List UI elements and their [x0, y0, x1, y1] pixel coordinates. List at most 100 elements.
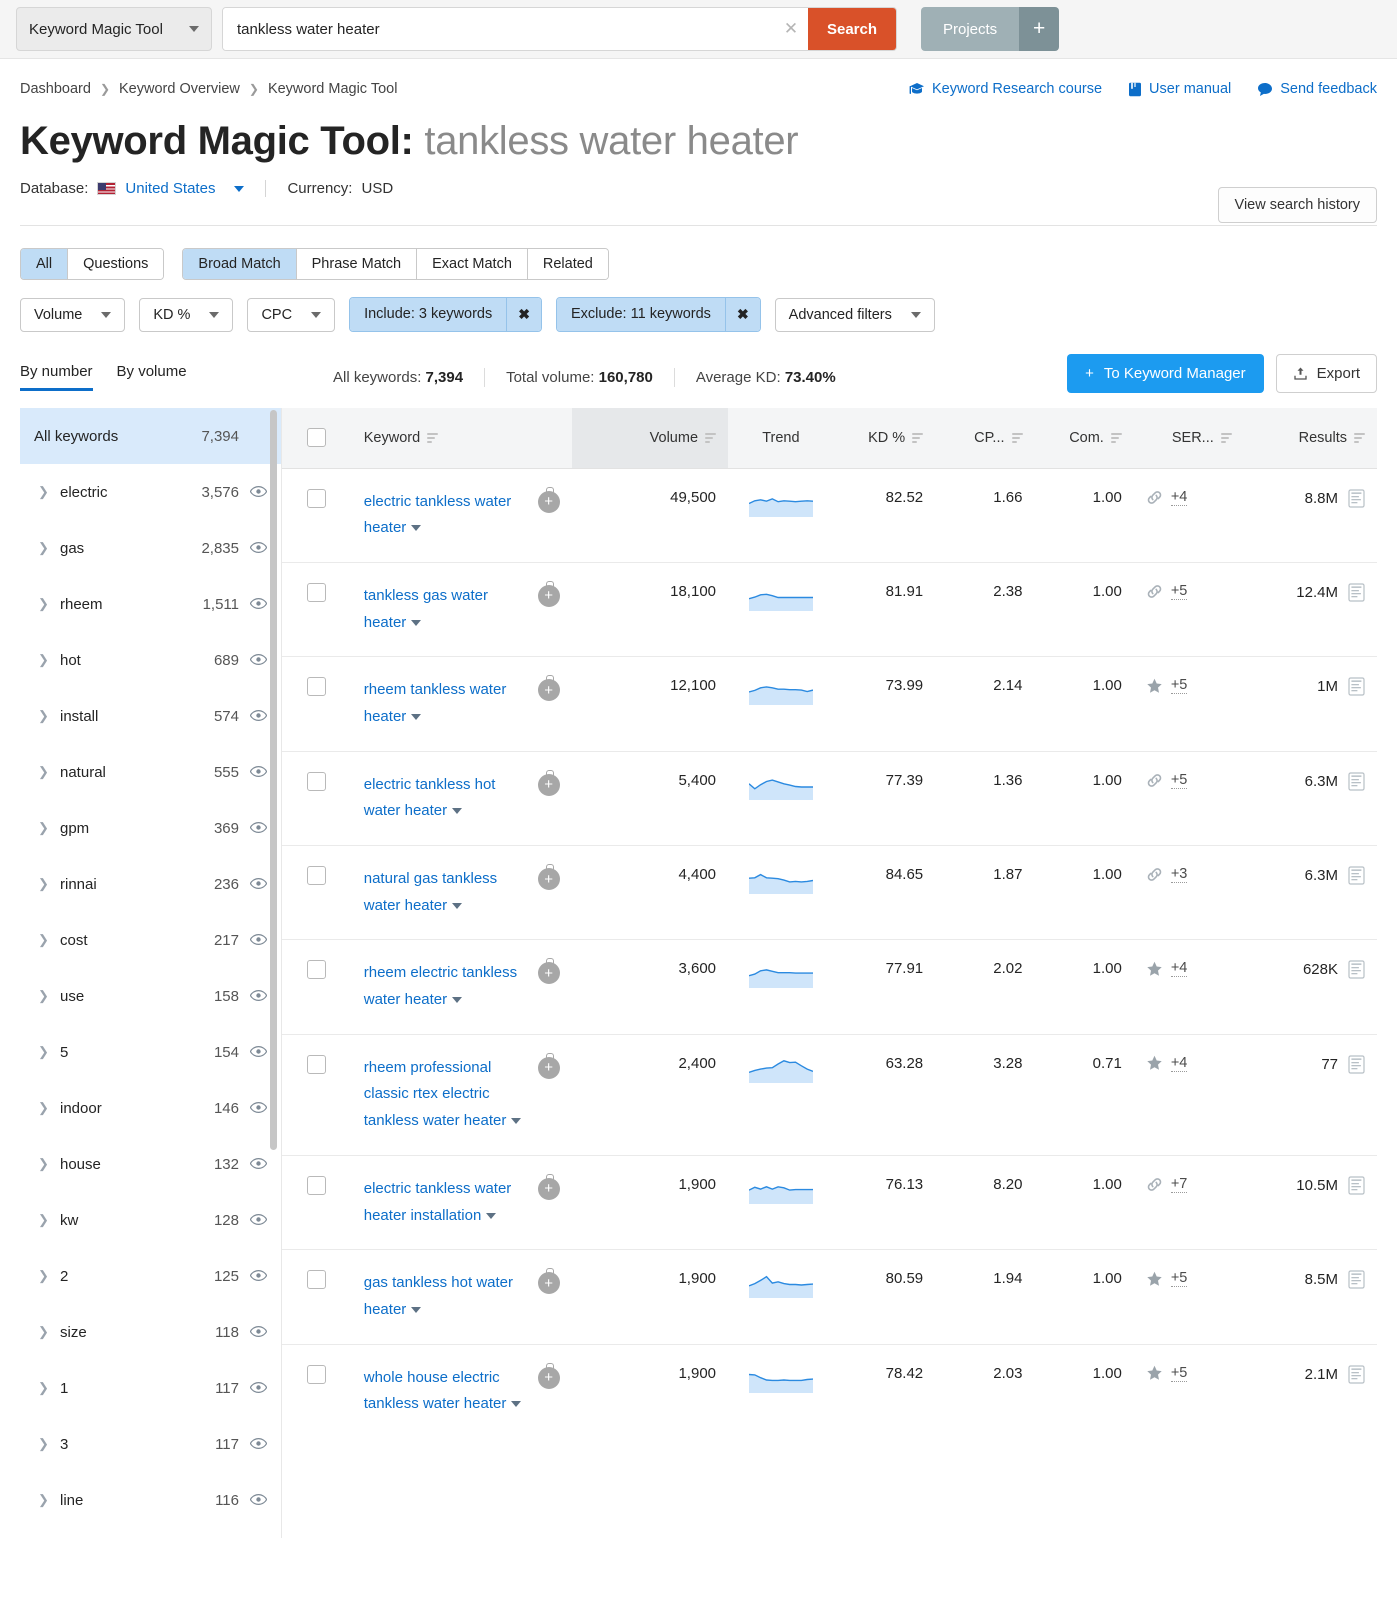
sidebar-scrollbar[interactable] [270, 410, 277, 1150]
keyword-menu-chevron-icon[interactable] [411, 525, 422, 532]
keyword-menu-chevron-icon[interactable] [411, 1306, 422, 1313]
tab-broad-match[interactable]: Broad Match [183, 249, 297, 279]
eye-icon[interactable] [239, 1268, 268, 1285]
expand-chevron-icon[interactable]: ❯ [38, 484, 60, 500]
add-keyword-icon[interactable]: + [537, 580, 560, 607]
keyword-link[interactable]: rheem tankless water heater [364, 681, 507, 725]
to-keyword-manager-button[interactable]: + To Keyword Manager [1067, 354, 1264, 393]
keyword-link[interactable]: natural gas tankless water heater [364, 870, 497, 914]
eye-icon[interactable] [239, 1324, 268, 1341]
serp-features-more[interactable]: +5 [1170, 583, 1188, 600]
search-button[interactable]: Search [808, 8, 896, 50]
expand-chevron-icon[interactable]: ❯ [38, 1156, 60, 1172]
kd-filter[interactable]: KD % [139, 297, 234, 332]
keyword-link[interactable]: gas tankless hot water heater [364, 1274, 513, 1318]
breadcrumb-keyword-overview[interactable]: Keyword Overview [119, 81, 240, 97]
keyword-menu-chevron-icon[interactable] [486, 1212, 497, 1219]
include-keywords-label[interactable]: Include: 3 keywords [350, 298, 507, 331]
export-button[interactable]: Export [1275, 354, 1377, 393]
expand-chevron-icon[interactable]: ❯ [38, 1044, 60, 1060]
table-row[interactable]: tankless gas water heater +18,100 81.91 2.3… [282, 562, 1377, 658]
sidebar-item-hot[interactable]: ❯ hot 689 [20, 632, 281, 688]
expand-chevron-icon[interactable]: ❯ [38, 876, 60, 892]
eye-icon[interactable] [239, 1044, 268, 1061]
keyword-menu-chevron-icon[interactable] [411, 713, 422, 720]
row-checkbox[interactable] [307, 677, 327, 697]
sidebar-item-3[interactable]: ❯ 3 117 [20, 1416, 281, 1472]
sort-icon[interactable] [427, 432, 439, 443]
tab-related[interactable]: Related [527, 249, 608, 279]
eye-icon[interactable] [239, 988, 268, 1005]
expand-chevron-icon[interactable]: ❯ [38, 1212, 60, 1228]
eye-icon[interactable] [239, 1212, 268, 1229]
add-keyword-icon[interactable]: + [537, 1268, 560, 1295]
row-checkbox[interactable] [307, 1270, 327, 1290]
row-checkbox[interactable] [307, 582, 327, 602]
tab-phrase-match[interactable]: Phrase Match [296, 249, 418, 279]
eye-icon[interactable] [239, 820, 268, 837]
sidebar-item-kw[interactable]: ❯ kw 128 [20, 1192, 281, 1248]
sort-icon[interactable] [1011, 432, 1023, 443]
sidebar-item-5[interactable]: ❯ 5 154 [20, 1024, 281, 1080]
eye-icon[interactable] [239, 540, 268, 557]
tab-all[interactable]: All [21, 249, 69, 279]
sort-icon[interactable] [1354, 432, 1365, 443]
keyword-link[interactable]: whole house electric tankless water heat… [364, 1369, 507, 1413]
sidebar-item-1[interactable]: ❯ 1 117 [20, 1360, 281, 1416]
clear-search-icon[interactable]: ✕ [774, 8, 808, 50]
sidebar-item-gpm[interactable]: ❯ gpm 369 [20, 800, 281, 856]
expand-chevron-icon[interactable]: ❯ [38, 1324, 60, 1340]
eye-icon[interactable] [239, 484, 268, 501]
add-keyword-icon[interactable]: + [537, 1362, 560, 1389]
volume-column-header[interactable]: Volume [571, 408, 729, 469]
add-project-button[interactable]: + [1019, 7, 1060, 51]
add-keyword-icon[interactable]: + [537, 675, 560, 702]
add-keyword-icon[interactable]: + [537, 1052, 560, 1079]
tool-selector[interactable]: Keyword Magic Tool [16, 7, 212, 51]
add-keyword-icon[interactable]: + [537, 1173, 560, 1200]
keyword-link[interactable]: electric tankless hot water heater [364, 776, 496, 820]
add-keyword-icon[interactable]: + [537, 864, 560, 890]
serp-features-more[interactable]: +3 [1170, 866, 1188, 883]
expand-chevron-icon[interactable]: ❯ [38, 764, 60, 780]
eye-icon[interactable] [239, 596, 268, 613]
projects-button[interactable]: Projects [921, 7, 1020, 51]
keyword-menu-chevron-icon[interactable] [411, 619, 422, 626]
table-row[interactable]: electric tankless hot water heater +5,400… [282, 751, 1377, 847]
sort-icon[interactable] [705, 432, 717, 443]
row-checkbox[interactable] [307, 1364, 327, 1384]
sidebar-item-all-keywords[interactable]: All keywords 7,394 [20, 408, 281, 464]
cpc-column-header[interactable]: CP... [935, 408, 1035, 469]
row-checkbox[interactable] [307, 771, 327, 791]
expand-chevron-icon[interactable]: ❯ [38, 1380, 60, 1396]
keyword-menu-chevron-icon[interactable] [511, 1401, 522, 1408]
row-checkbox[interactable] [307, 1175, 327, 1195]
row-checkbox[interactable] [307, 866, 327, 885]
expand-chevron-icon[interactable]: ❯ [38, 708, 60, 724]
exclude-keywords-label[interactable]: Exclude: 11 keywords [556, 298, 725, 331]
eye-icon[interactable] [239, 1492, 268, 1509]
database-value[interactable]: United States [125, 180, 215, 197]
serp-features-more[interactable]: +4 [1170, 489, 1188, 506]
serp-features-more[interactable]: +5 [1170, 1365, 1188, 1382]
tab-by-volume[interactable]: By volume [117, 363, 187, 391]
expand-chevron-icon[interactable]: ❯ [38, 988, 60, 1004]
breadcrumb-dashboard[interactable]: Dashboard [20, 81, 91, 97]
keyword-menu-chevron-icon[interactable] [511, 1118, 522, 1125]
tab-exact-match[interactable]: Exact Match [417, 249, 528, 279]
cpc-filter[interactable]: CPC [247, 297, 336, 332]
sort-icon[interactable] [912, 432, 924, 443]
sidebar-item-cost[interactable]: ❯ cost 217 [20, 912, 281, 968]
send-feedback-link[interactable]: Send feedback [1257, 81, 1377, 97]
sidebar-item-electric[interactable]: ❯ electric 3,576 [20, 464, 281, 520]
sidebar-item-rheem[interactable]: ❯ rheem 1,511 [20, 576, 281, 632]
keyword-menu-chevron-icon[interactable] [452, 808, 463, 815]
user-manual-link[interactable]: User manual [1128, 81, 1231, 97]
table-row[interactable]: electric tankless water heater installat… [282, 1155, 1377, 1251]
eye-icon[interactable] [239, 1156, 268, 1173]
eye-icon[interactable] [239, 932, 268, 949]
expand-chevron-icon[interactable]: ❯ [38, 1100, 60, 1116]
eye-icon[interactable] [239, 1380, 268, 1397]
serp-features-more[interactable]: +4 [1170, 1055, 1188, 1072]
chevron-down-icon[interactable] [234, 185, 245, 192]
